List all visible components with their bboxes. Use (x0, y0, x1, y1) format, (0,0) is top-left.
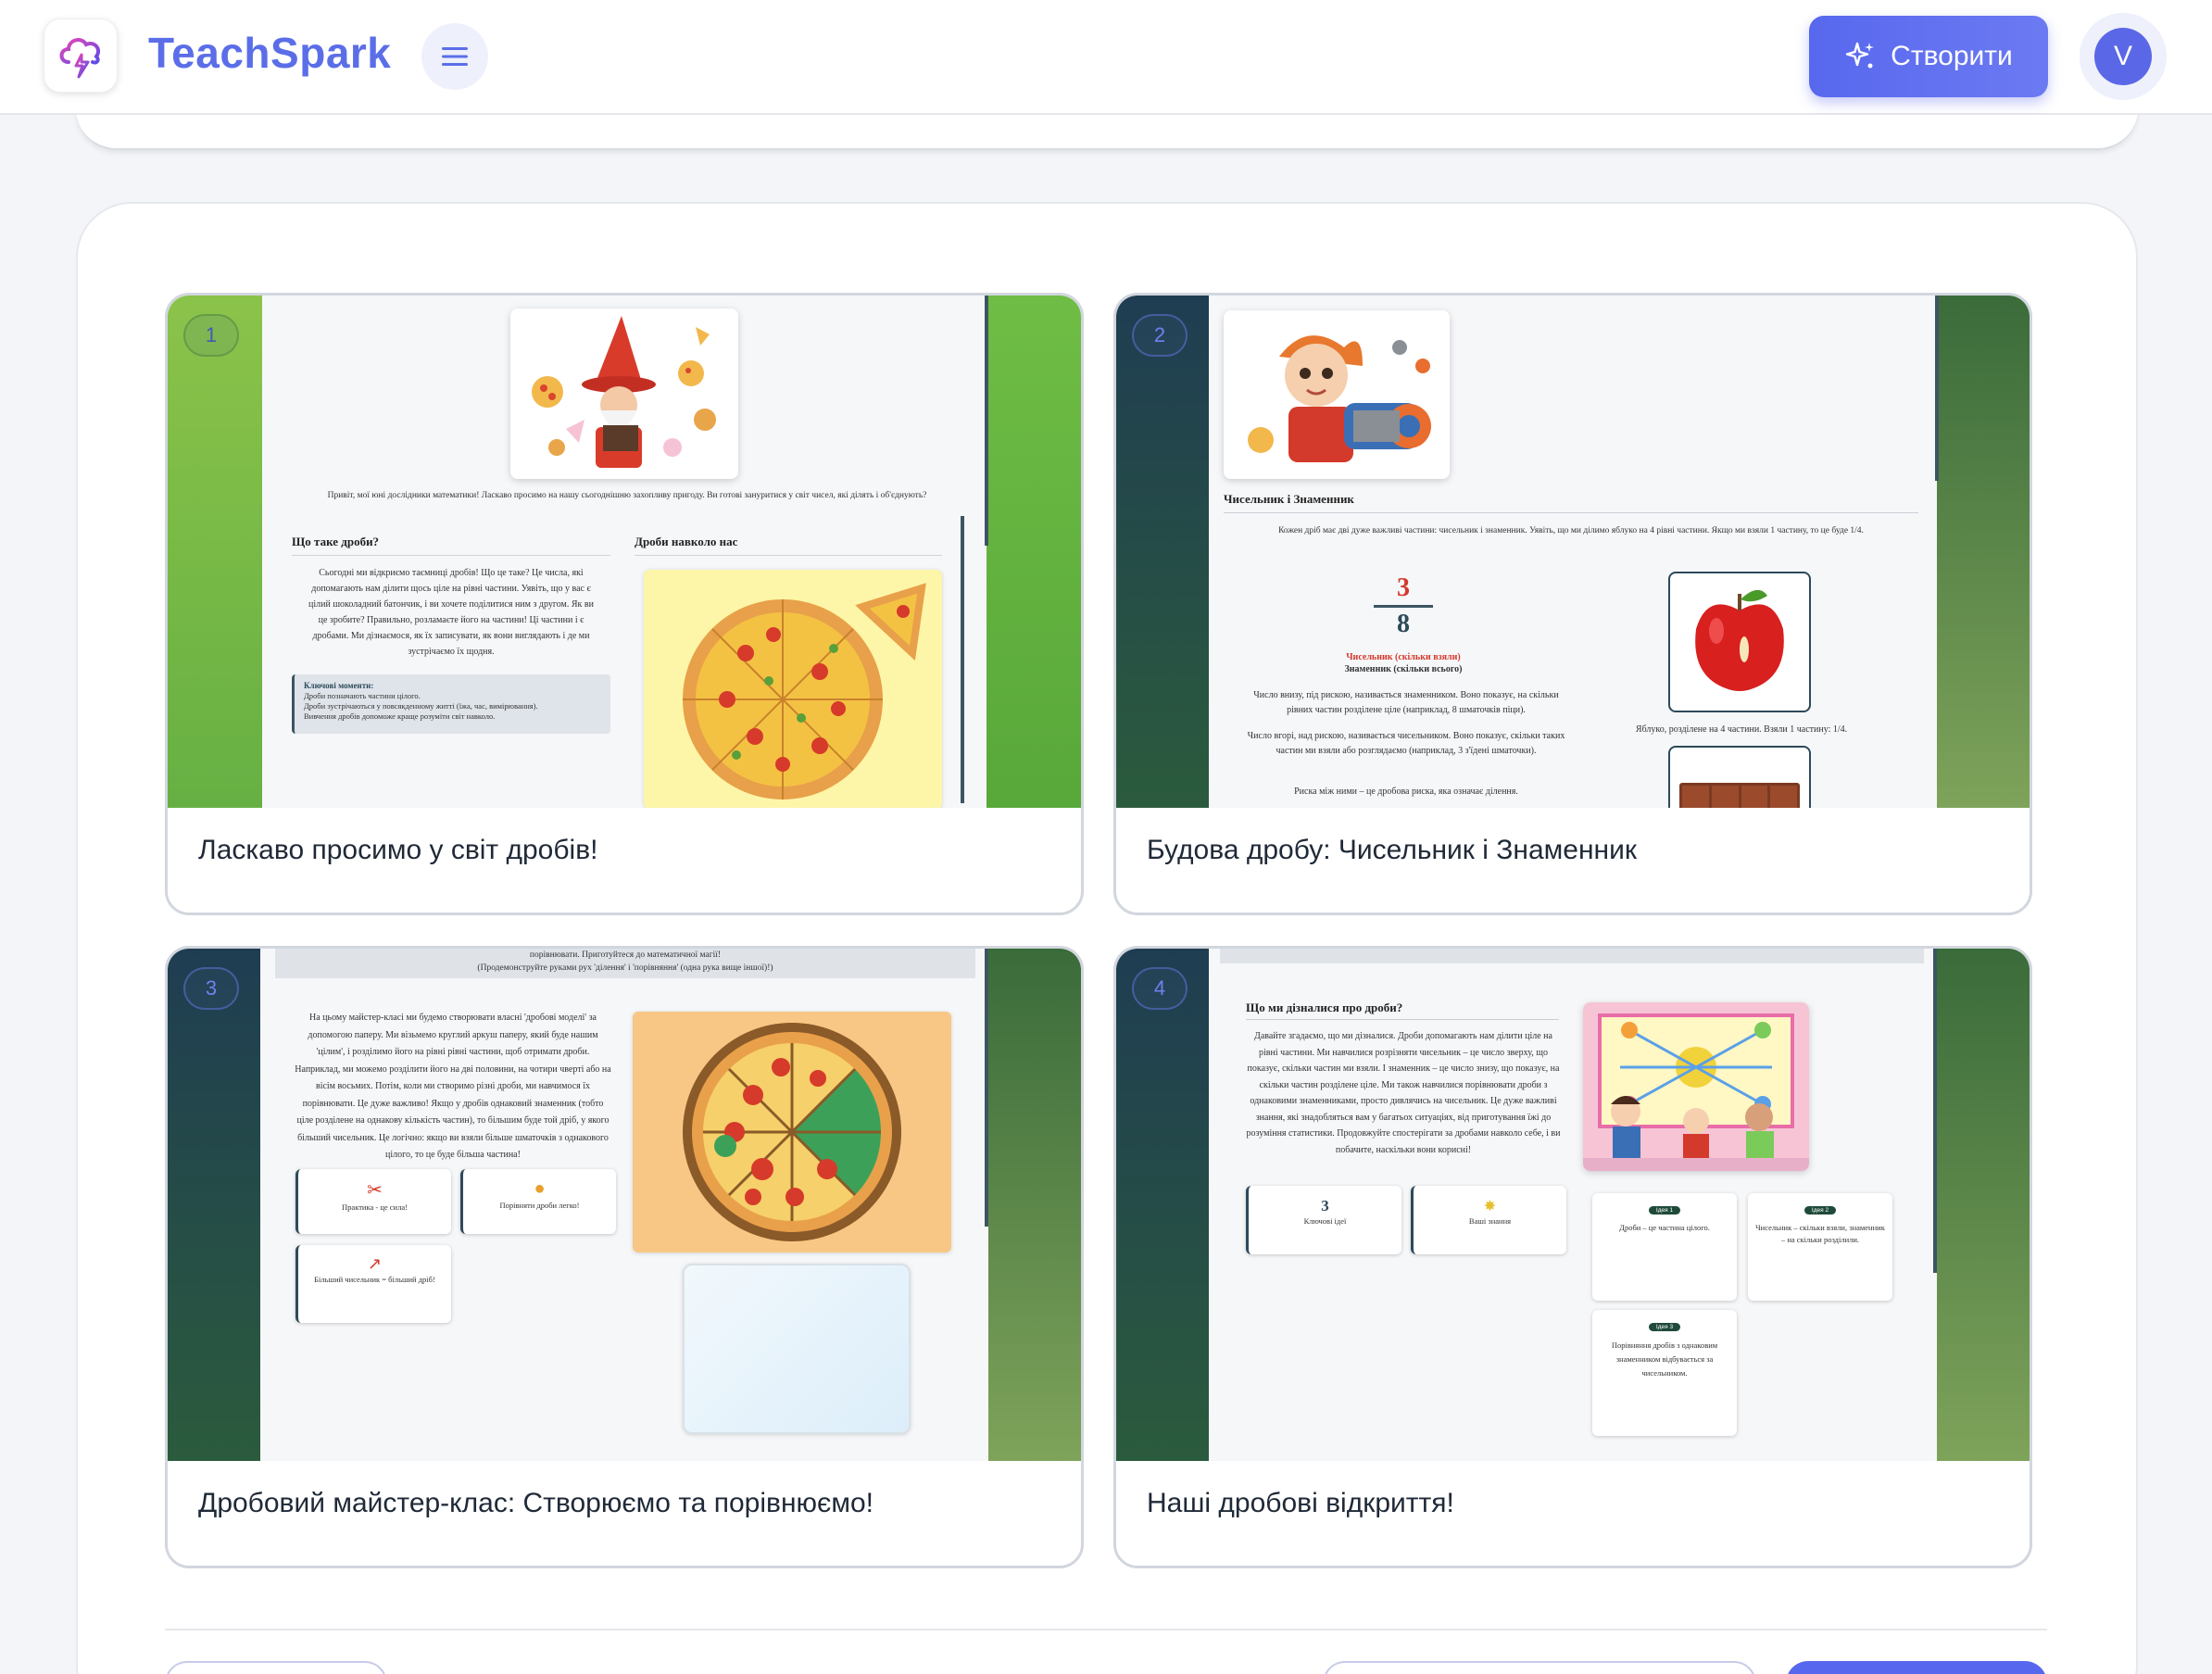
slide-thumbnail: 3 порівнювати. Приготуйтеся до математич… (168, 949, 1081, 1461)
slide-body: Давайте згадаємо, що ми дізналися. Дроби… (1246, 1031, 1561, 1155)
paragraph: Число вгорі, над рискою, називається чис… (1247, 731, 1565, 756)
slide-thumbnail: 2 Чисельник і Знаменник Кожен дріб має д… (1116, 296, 2030, 808)
slide-thumbnail: 1 Привіт, мої юні дослідники математики!… (168, 296, 1081, 808)
hamburger-icon (442, 47, 468, 66)
idea-card: Ідея 3 Порівняння дробів з однаковим зна… (1592, 1310, 1737, 1436)
slide-number-badge: 1 (183, 314, 239, 357)
tile: ● Порівняти дроби легко! (460, 1169, 616, 1234)
slide-title: Дробовий майстер-клас: Створюємо та порі… (198, 1488, 873, 1518)
sparkle-icon: ✸ (1483, 1199, 1497, 1215)
primary-button[interactable] (1786, 1661, 2047, 1674)
paragraph: Число внизу, під рискою, називається зна… (1253, 690, 1559, 715)
slide-number-badge: 3 (183, 967, 239, 1010)
slide-title: Наші дробові відкриття! (1147, 1488, 1454, 1518)
boy-image (1224, 310, 1450, 479)
brand-name[interactable]: TeachSpark (148, 28, 391, 78)
kids-image (1583, 1002, 1809, 1171)
section-text: Сьогодні ми відкриємо таємниці дробів! Щ… (308, 568, 594, 657)
user-menu[interactable]: V (2080, 13, 2167, 100)
slide-card-3[interactable]: 3 порівнювати. Приготуйтеся до математич… (165, 946, 1084, 1568)
section-heading: Чисельник і Знаменник (1224, 492, 1354, 506)
create-button[interactable]: Створити (1809, 16, 2048, 97)
cloud-lightning-icon (59, 38, 101, 79)
slide-card-1[interactable]: 1 Привіт, мої юні дослідники математики!… (165, 293, 1084, 915)
slide-number-badge: 4 (1132, 967, 1188, 1010)
slide-number-badge: 2 (1132, 314, 1188, 357)
idea-card: Ідея 2 Чисельник – скільки взяли, знамен… (1748, 1193, 1892, 1301)
slide-title: Ласкаво просимо у світ дробів! (198, 835, 598, 865)
section-heading: Дроби навколо нас (635, 535, 738, 548)
create-button-label: Створити (1891, 41, 2013, 71)
apple-image (1668, 572, 1811, 712)
logo[interactable] (44, 19, 118, 93)
section-heading: Що ми дізналися про дроби? (1246, 1001, 1403, 1014)
top-banner: порівнювати. Приготуйтеся до математично… (275, 949, 975, 978)
secondary-button[interactable] (165, 1661, 387, 1674)
idea-card: Ідея 1 Дроби – це частина цілого. (1592, 1193, 1737, 1301)
slide-intro: Кожен дріб має дві дуже важливі частини:… (1278, 526, 1864, 535)
chocolate-image (1668, 746, 1811, 808)
image-caption: Яблуко, розділене на 4 частини. Взяли 1 … (1635, 724, 1848, 735)
slide-title: Будова дробу: Чисельник і Знаменник (1147, 835, 1637, 865)
empty-card (683, 1264, 911, 1434)
slide-card-2[interactable]: 2 Чисельник і Знаменник Кожен дріб має д… (1113, 293, 2032, 915)
slide-thumbnail: 4 Що ми дізналися про дроби? Давайте зга… (1116, 949, 2030, 1461)
chart-increasing-icon: ↗ (367, 1254, 383, 1273)
key-points-box: Ключові моменти: Дроби позначають частин… (292, 674, 610, 734)
app-header: TeachSpark Створити V (0, 0, 2212, 115)
thinking-face-icon: ● (534, 1178, 546, 1199)
avatar: V (2094, 28, 2152, 85)
secondary-button[interactable] (1323, 1661, 1756, 1674)
slide-card-4[interactable]: 4 Що ми дізналися про дроби? Давайте зга… (1113, 946, 2032, 1568)
stat-box: 3 Ключові ідеї (1246, 1186, 1401, 1254)
sparkles-icon (1845, 42, 1875, 69)
wizard-image (510, 308, 738, 479)
section-heading: Що таке дроби? (292, 535, 380, 548)
pizza-fraction-image (633, 1012, 951, 1252)
slide-intro: Привіт, мої юні дослідники математики! Л… (327, 491, 927, 500)
slide-body: На цьому майстер-класі ми будемо створюв… (295, 1013, 611, 1160)
menu-button[interactable] (421, 23, 488, 90)
tile: ↗ Більший чисельник = більший дріб! (295, 1245, 451, 1323)
paragraph: Риска між ними – це дробова риска, яка о… (1294, 787, 1518, 797)
footer-divider (165, 1629, 2047, 1630)
scissors-icon: ✂ (367, 1180, 383, 1201)
tile: ✂ Практика - це сила! (295, 1169, 451, 1234)
fraction-display: 3 8 (1374, 573, 1433, 639)
pizza-image (644, 570, 942, 808)
stat-box: ✸ Ваші знання (1411, 1186, 1566, 1254)
